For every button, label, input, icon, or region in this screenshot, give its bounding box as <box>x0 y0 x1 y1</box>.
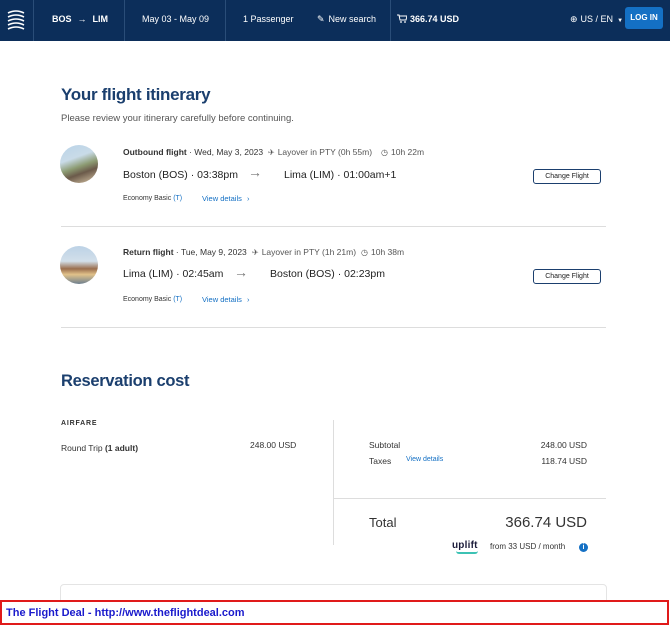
divider <box>333 498 606 499</box>
watermark-text: The Flight Deal - http://www.theflightde… <box>6 607 245 619</box>
subtotal-label: Subtotal <box>369 440 401 450</box>
arrow-right-icon: → <box>248 164 262 180</box>
route-summary[interactable]: BOS → LIM <box>52 0 108 41</box>
fare-class-label: Economy Basic <box>123 296 172 303</box>
round-trip-price: 248.00 USD <box>250 440 297 450</box>
return-flight-heading: Return flight · Tue, May 9, 2023 <box>123 247 247 257</box>
plane-icon: ✈ <box>268 148 275 157</box>
return-destination-image <box>60 246 98 284</box>
uplift-monthly-price: from 33 USD / month <box>490 542 566 551</box>
taxes-value: 118.74 USD <box>541 456 587 466</box>
outbound-flight-date: · Wed, May 3, 2023 <box>189 147 264 157</box>
outbound-view-details-link[interactable]: View details › <box>202 194 249 203</box>
total-label: Total <box>369 515 397 530</box>
return-duration: ◷ 10h 38m <box>361 247 404 257</box>
watermark-banner: The Flight Deal - http://www.theflightde… <box>0 600 669 625</box>
airline-logo-icon[interactable] <box>6 9 26 31</box>
itinerary-title: Your flight itinerary <box>61 85 211 104</box>
outbound-layover: ✈ Layover in PTY (0h 55m) <box>268 147 372 157</box>
uplift-logo: uplift <box>452 540 478 551</box>
outbound-duration: ◷ 10h 22m <box>381 147 424 157</box>
divider <box>61 226 606 227</box>
column-divider <box>333 420 334 545</box>
outbound-origin: Boston (BOS) · 03:38pm <box>123 169 238 181</box>
return-origin: Lima (LIM) · 02:45am <box>123 268 224 280</box>
fare-class-label: Economy Basic <box>123 195 172 202</box>
fare-code[interactable]: (T) <box>173 296 182 303</box>
chevron-down-icon: ▼ <box>617 18 624 24</box>
return-destination: Boston (BOS) · 02:23pm <box>270 268 385 280</box>
change-outbound-flight-button[interactable]: Change Flight <box>533 169 601 184</box>
language-selector[interactable]: ⊕ US / EN ▼ <box>570 0 623 41</box>
cart-summary[interactable]: 366.74 USD <box>397 0 459 41</box>
outbound-destination: Lima (LIM) · 01:00am+1 <box>284 169 397 181</box>
view-details-label: View details <box>202 194 242 203</box>
route-destination: LIM <box>92 14 109 24</box>
cart-icon <box>397 14 408 23</box>
clock-icon: ◷ <box>361 248 368 257</box>
divider <box>225 0 226 41</box>
clock-icon: ◷ <box>381 148 388 157</box>
login-button[interactable]: LOG IN <box>625 7 663 29</box>
chevron-right-icon: › <box>246 295 250 304</box>
divider <box>61 327 606 328</box>
outbound-duration-text: 10h 22m <box>390 147 425 157</box>
airfare-section-label: AIRFARE <box>61 420 98 427</box>
trip-type: Round Trip <box>61 443 103 453</box>
arrow-right-icon: → <box>234 264 248 280</box>
outbound-flight-label: Outbound flight <box>123 147 187 157</box>
plane-icon: ✈ <box>252 248 259 257</box>
return-flight-label: Return flight <box>123 247 174 257</box>
new-search-label: New search <box>328 14 377 24</box>
return-flight-date: · Tue, May 9, 2023 <box>175 247 247 257</box>
return-layover: ✈ Layover in PTY (1h 21m) <box>252 247 356 257</box>
passenger-count[interactable]: 1 Passenger <box>243 0 294 41</box>
round-trip-label: Round Trip (1 adult) <box>61 443 138 453</box>
pencil-icon: ✎ <box>317 14 325 24</box>
change-return-flight-button[interactable]: Change Flight <box>533 269 601 284</box>
return-duration-text: 10h 38m <box>370 247 405 257</box>
itinerary-subtitle: Please review your itinerary carefully b… <box>61 113 294 124</box>
divider <box>33 0 34 41</box>
outbound-destination-image <box>60 145 98 183</box>
reservation-cost-title: Reservation cost <box>61 372 190 390</box>
route-origin: BOS <box>52 14 72 24</box>
outbound-fare-class: Economy Basic (T) <box>123 195 182 202</box>
subtotal-value: 248.00 USD <box>540 440 587 450</box>
return-view-details-link[interactable]: View details › <box>202 295 249 304</box>
return-layover-text: Layover in PTY (1h 21m) <box>261 247 357 257</box>
divider <box>124 0 125 41</box>
globe-icon: ⊕ <box>570 14 578 24</box>
outbound-layover-text: Layover in PTY (0h 55m) <box>277 147 373 157</box>
top-navigation-bar: BOS → LIM May 03 - May 09 1 Passenger ✎ New… <box>0 0 670 41</box>
cart-price: 366.74 USD <box>410 14 460 24</box>
outbound-flight-heading: Outbound flight · Wed, May 3, 2023 <box>123 147 263 157</box>
chevron-right-icon: › <box>246 194 250 203</box>
return-fare-class: Economy Basic (T) <box>123 296 182 303</box>
new-search-link[interactable]: ✎ New search <box>317 0 376 41</box>
trip-passengers: (1 adult) <box>104 443 139 453</box>
uplift-swoosh-icon <box>456 551 478 554</box>
info-icon[interactable]: i <box>579 543 588 552</box>
travel-dates[interactable]: May 03 - May 09 <box>142 0 209 41</box>
total-value: 366.74 USD <box>505 514 587 531</box>
view-details-label: View details <box>202 295 242 304</box>
taxes-label: Taxes <box>369 456 392 466</box>
fare-code[interactable]: (T) <box>173 195 182 202</box>
taxes-view-details-link[interactable]: View details <box>406 456 443 463</box>
language-label: US / EN <box>580 14 614 24</box>
route-arrow-icon: → <box>77 14 87 24</box>
divider <box>390 0 391 41</box>
